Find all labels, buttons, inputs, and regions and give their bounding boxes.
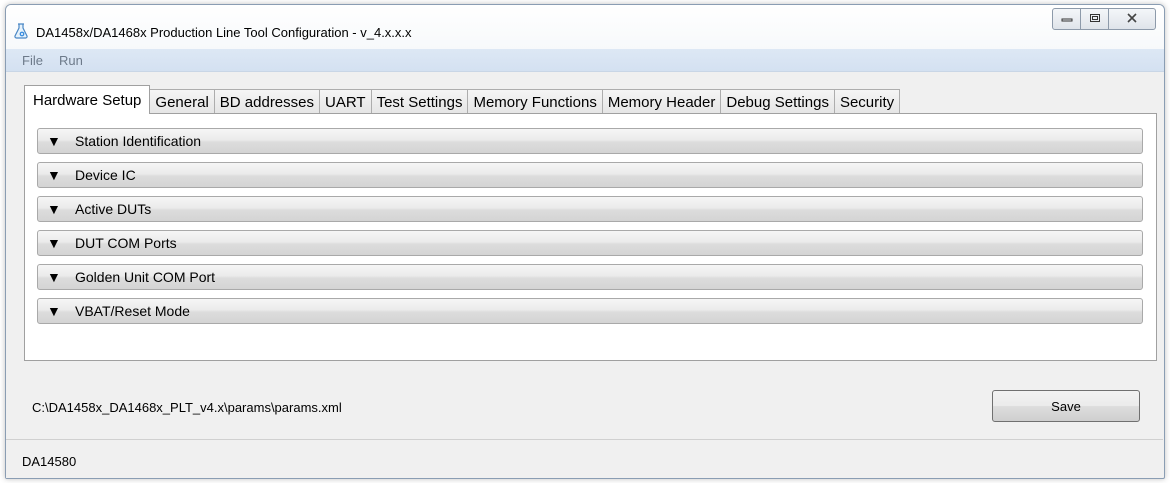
app-flask-icon [14,23,28,39]
minimize-icon [1061,12,1073,26]
section-label: VBAT/Reset Mode [75,303,190,319]
collapse-arrow-icon: ▼ [47,269,61,285]
tab-debug-settings[interactable]: Debug Settings [720,89,835,114]
section-label: Device IC [75,167,136,183]
tab-memory-functions[interactable]: Memory Functions [467,89,603,114]
section-active-duts[interactable]: ▼ Active DUTs [37,196,1143,222]
window-title: DA1458x/DA1468x Production Line Tool Con… [36,25,412,40]
close-button[interactable] [1108,8,1156,30]
section-golden-unit-com-port[interactable]: ▼ Golden Unit COM Port [37,264,1143,290]
hardware-setup-panel: ▼ Station Identification ▼ Device IC ▼ A… [24,113,1157,361]
collapse-arrow-icon: ▼ [47,167,61,183]
status-device: DA14580 [22,454,77,469]
minimize-button[interactable] [1052,8,1081,30]
window-controls [1052,8,1156,32]
collapse-arrow-icon: ▼ [47,201,61,217]
menu-file[interactable]: File [6,53,51,68]
section-station-identification[interactable]: ▼ Station Identification [37,128,1143,154]
tab-strip: Hardware Setup General BD addresses UART… [24,85,901,114]
menu-run[interactable]: Run [51,53,91,68]
title-bar[interactable]: DA1458x/DA1468x Production Line Tool Con… [6,5,1164,49]
tab-security[interactable]: Security [833,89,901,114]
close-icon [1126,12,1138,26]
params-file-path: C:\DA1458x_DA1468x_PLT_v4.x\params\param… [32,400,342,415]
collapse-arrow-icon: ▼ [47,235,61,251]
section-device-ic[interactable]: ▼ Device IC [37,162,1143,188]
maximize-icon [1089,12,1101,26]
section-label: Station Identification [75,133,202,149]
tab-memory-header[interactable]: Memory Header [601,89,722,114]
tab-bd-addresses[interactable]: BD addresses [213,89,320,114]
section-label: Golden Unit COM Port [75,269,216,285]
tab-hardware-setup[interactable]: Hardware Setup [24,85,151,114]
maximize-button[interactable] [1080,8,1109,30]
collapse-arrow-icon: ▼ [47,133,61,149]
tab-test-settings[interactable]: Test Settings [370,89,469,114]
status-bar: DA14580 [6,439,1163,478]
menu-bar: File Run [6,49,1164,72]
tab-uart[interactable]: UART [319,89,372,114]
section-label: Active DUTs [75,201,152,217]
section-dut-com-ports[interactable]: ▼ DUT COM Ports [37,230,1143,256]
tab-general[interactable]: General [149,89,215,114]
collapse-arrow-icon: ▼ [47,303,61,319]
save-button[interactable]: Save [992,390,1140,422]
section-label: DUT COM Ports [75,235,177,251]
section-vbat-reset-mode[interactable]: ▼ VBAT/Reset Mode [37,298,1143,324]
